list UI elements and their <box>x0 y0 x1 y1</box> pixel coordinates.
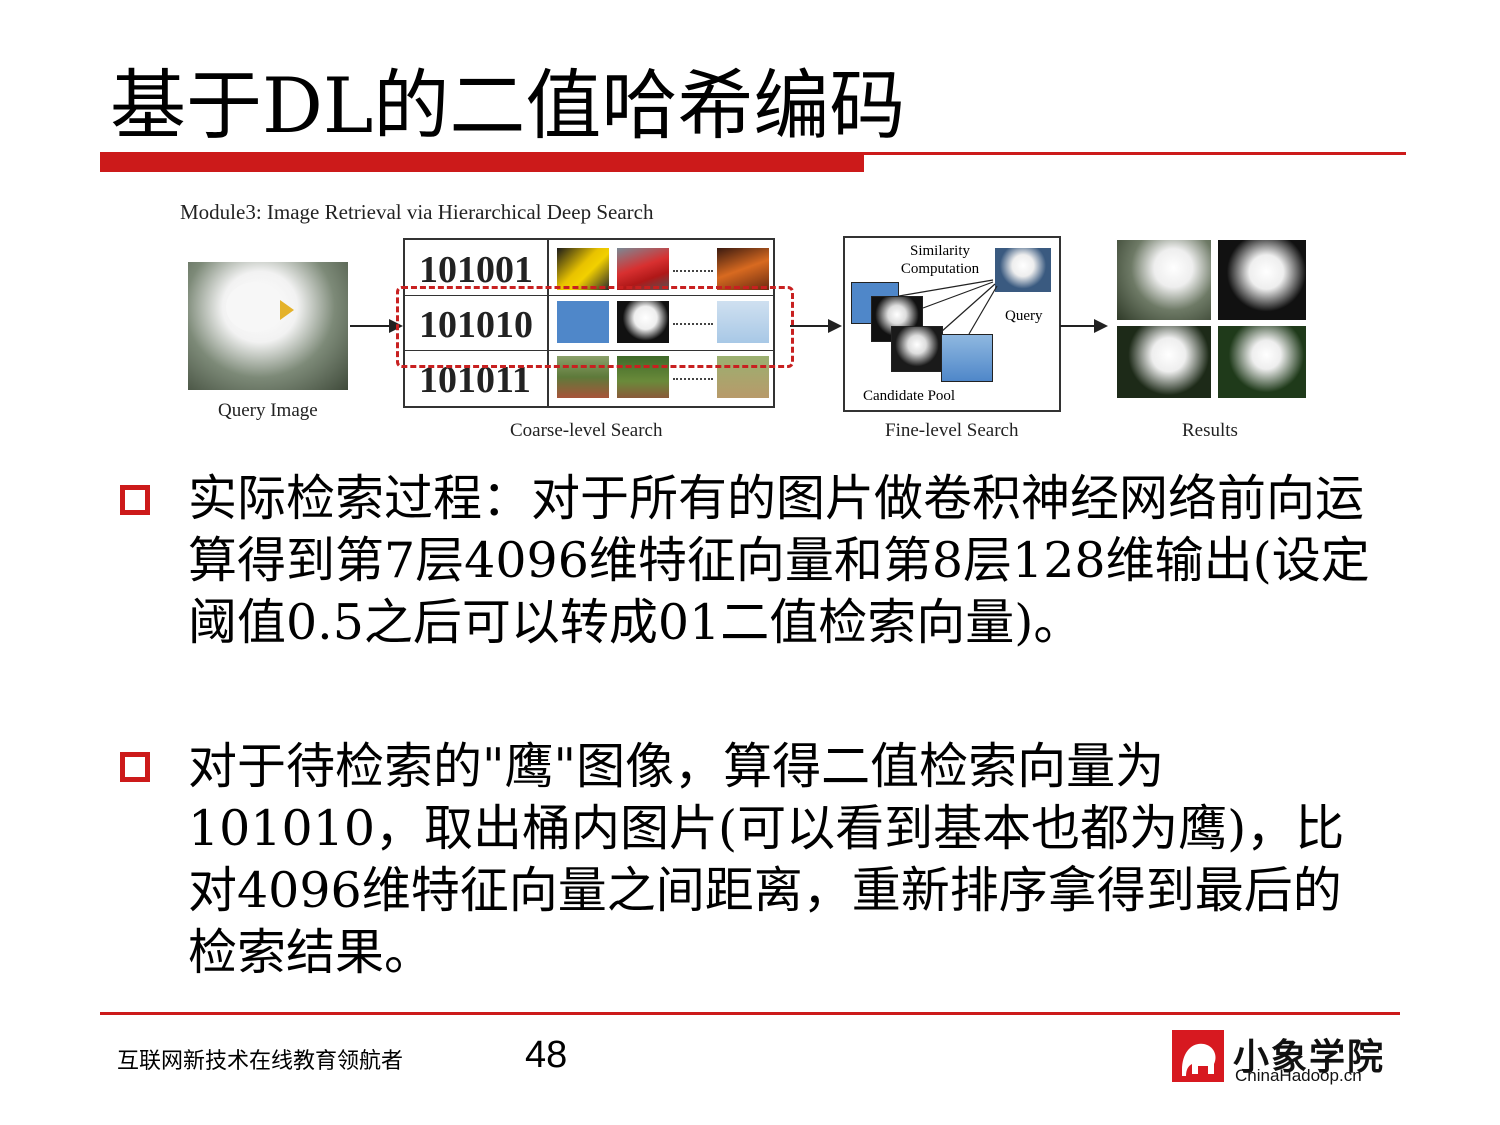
car-thumbnail <box>617 248 669 290</box>
query-image <box>188 262 348 390</box>
arrow-icon <box>1094 319 1108 333</box>
arrow-icon <box>828 319 842 333</box>
result-image <box>1218 326 1306 398</box>
bullet-square-icon <box>120 752 150 782</box>
footer-slogan: 互联网新技术在线教育领航者 <box>117 1049 404 1074</box>
result-image <box>1117 240 1211 320</box>
coarse-search-caption: Coarse-level Search <box>510 420 663 441</box>
bullet-square-icon <box>120 485 150 515</box>
matched-bucket-highlight <box>396 286 794 368</box>
page-number: 48 <box>525 1034 568 1076</box>
slide-title: 基于DL的二值哈希编码 <box>110 61 906 150</box>
candidate-pool-label: Candidate Pool <box>863 388 956 404</box>
car-thumbnail <box>717 248 769 290</box>
similarity-arrows <box>898 279 998 335</box>
result-image <box>1117 326 1211 398</box>
fine-search-panel: Similarity Computation Query Candidate P… <box>843 236 1061 412</box>
results-caption: Results <box>1182 420 1238 441</box>
bullet-text: 对于待检索的"鹰"图像，算得二值检索向量为101010，取出桶内图片(可以看到基… <box>188 738 1345 981</box>
logo-text-en: ChinaHadoop.cn <box>1235 1066 1362 1085</box>
footer-divider <box>100 1012 1400 1015</box>
fine-search-caption: Fine-level Search <box>885 420 1019 441</box>
title-underline-bar <box>100 155 864 172</box>
figure-heading: Module3: Image Retrieval via Hierarchica… <box>180 200 654 224</box>
car-thumbnail <box>557 248 609 290</box>
query-image-caption: Query Image <box>218 400 318 421</box>
elephant-logo-icon <box>1172 1030 1224 1082</box>
result-image <box>1218 240 1306 320</box>
bullet-text: 实际检索过程：对于所有的图片做卷积神经网络前向运算得到第7层4096维特征向量和… <box>188 470 1370 651</box>
